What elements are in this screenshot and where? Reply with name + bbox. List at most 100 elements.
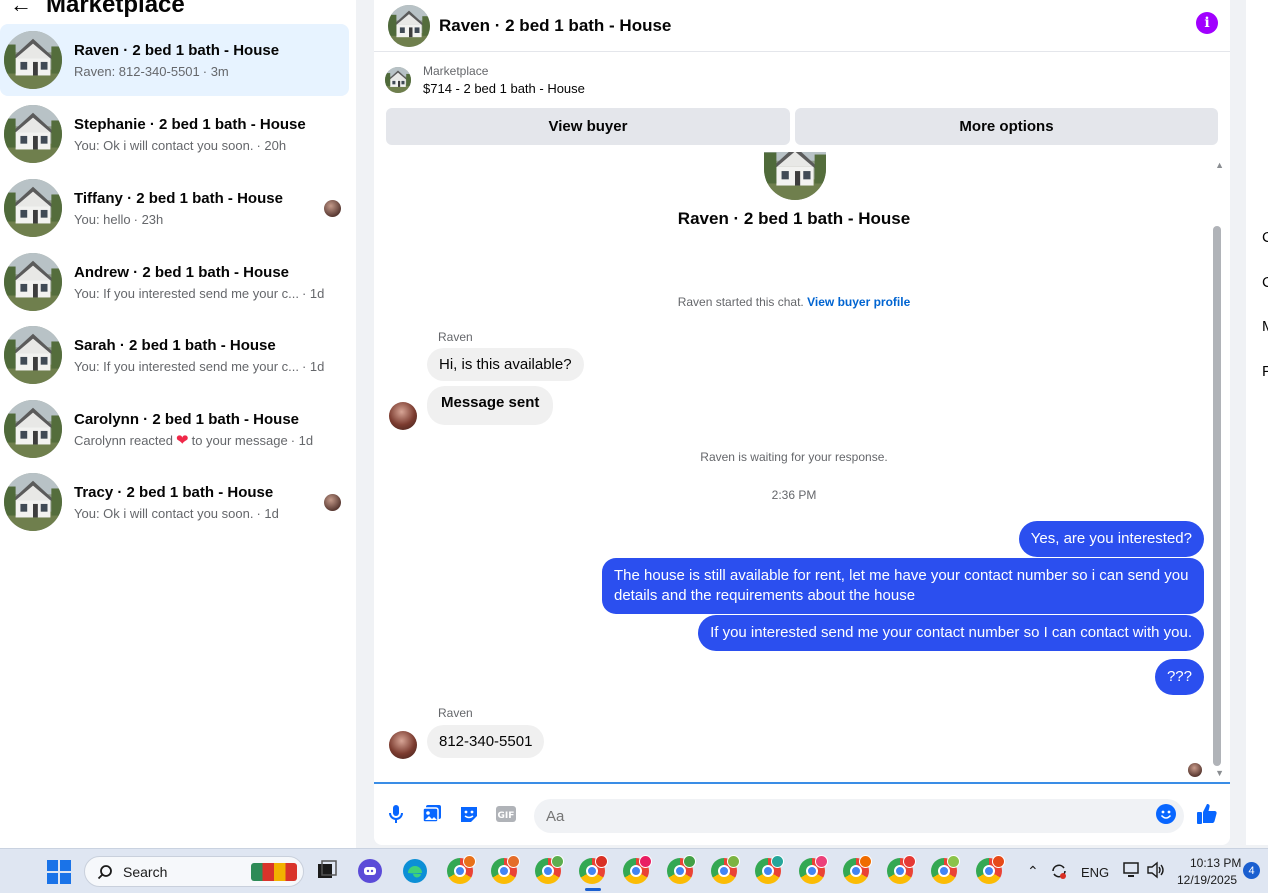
outgoing-message[interactable]: The house is still available for rent, l… (602, 558, 1204, 614)
outgoing-message[interactable]: ??? (1154, 659, 1204, 695)
sender-name: Raven (438, 330, 473, 344)
chrome-profile-icon[interactable] (447, 855, 476, 886)
conversation-title: Tracy · 2 bed 1 bath - House (74, 483, 274, 501)
chrome-profile-icon[interactable] (491, 855, 520, 886)
conversation-title: Raven · 2 bed 1 bath - House (74, 41, 280, 59)
task-view-icon[interactable] (314, 858, 342, 886)
scrollbar-thumb[interactable] (1213, 226, 1221, 766)
microphone-icon[interactable] (385, 803, 407, 825)
sticker-icon[interactable] (458, 803, 480, 825)
conversation-time: · 1d (256, 505, 279, 521)
conversation-time: · 3m (202, 63, 229, 79)
conversation-item[interactable]: Andrew · 2 bed 1 bath - House You: If yo… (0, 246, 349, 318)
conversation-item[interactable]: Tracy · 2 bed 1 bath - House You: Ok i w… (0, 466, 349, 538)
outgoing-message[interactable]: Yes, are you interested? (1018, 521, 1204, 557)
network-icon[interactable] (1122, 861, 1142, 882)
conversation-title: Tiffany · 2 bed 1 bath - House (74, 189, 283, 207)
details-item-letter: P (1262, 363, 1268, 380)
listing-thumbnail (4, 473, 62, 531)
chrome-profile-icon[interactable] (931, 855, 960, 886)
listing-thumbnail (385, 67, 411, 93)
conversation-preview: You: If you interested send me your c... (74, 358, 299, 374)
incoming-message[interactable]: 812-340-5501 (427, 725, 545, 758)
edge-browser-icon[interactable] (402, 858, 430, 886)
info-icon[interactable]: i (1196, 12, 1218, 34)
clock-time[interactable]: 10:13 PM (1190, 856, 1241, 870)
chrome-profile-icon[interactable] (976, 855, 1005, 886)
conversation-preview: You: Ok i will contact you soon. (74, 137, 254, 153)
conversation-item[interactable]: Sarah · 2 bed 1 bath - House You: If you… (0, 319, 349, 391)
chrome-profile-icon[interactable] (755, 855, 784, 886)
conversation-preview-end: to your message (191, 432, 288, 448)
listing-thumbnail (4, 253, 62, 311)
more-options-button[interactable]: More options (795, 108, 1218, 145)
buyer-avatar[interactable] (389, 402, 417, 430)
message-thread[interactable]: Raven · 2 bed 1 bath - House Raven start… (374, 152, 1230, 782)
gif-icon[interactable]: GIF (495, 803, 517, 825)
photo-icon[interactable] (421, 803, 443, 825)
conversation-title: Andrew · 2 bed 1 bath - House (74, 263, 290, 281)
scroll-up-arrow[interactable]: ▲ (1215, 160, 1224, 170)
conversation-preview: You: If you interested send me your c... (74, 285, 299, 301)
chat-started-text: Raven started this chat. (677, 295, 804, 309)
conversation-preview: You: Ok i will contact you soon. (74, 505, 254, 521)
chrome-profile-icon[interactable] (887, 855, 916, 886)
view-buyer-profile-link[interactable]: View buyer profile (807, 295, 910, 309)
chrome-profile-icon[interactable] (711, 855, 740, 886)
incoming-message[interactable]: Hi, is this available? (427, 348, 584, 381)
taskbar-search[interactable]: Search (84, 856, 304, 887)
language-indicator[interactable]: ENG (1081, 865, 1109, 880)
details-panel-edge: C C M P (1246, 0, 1268, 845)
svg-text:GIF: GIF (498, 811, 515, 821)
search-icon (97, 864, 112, 879)
heart-icon: ❤ (176, 431, 189, 449)
listing-thumbnail (4, 179, 62, 237)
conversation-preview: Carolynn reacted (74, 432, 173, 448)
conversation-time: · 1d (301, 358, 325, 374)
windows-start-icon[interactable] (47, 860, 71, 884)
marketplace-label: Marketplace (423, 64, 489, 78)
listing-thumbnail (4, 31, 62, 89)
details-item-letter: M (1262, 318, 1268, 335)
emoji-icon[interactable] (1155, 803, 1177, 825)
notification-badge[interactable]: 4 (1243, 862, 1260, 879)
chrome-profile-icon[interactable] (843, 855, 872, 886)
chrome-profile-icon[interactable] (667, 855, 696, 886)
seen-avatar (324, 199, 341, 217)
taskbar: Search ⌃ ENG 10:13 PM 12/19/2025 (0, 848, 1268, 893)
view-buyer-button[interactable]: View buyer (386, 108, 790, 145)
search-label: Search (123, 863, 168, 880)
conversation-sidebar: ← Marketplace Raven · 2 bed 1 bath - Hou… (0, 0, 356, 848)
listing-summary[interactable]: Marketplace $714 - 2 bed 1 bath - House (385, 64, 585, 96)
message-composer: GIF (374, 782, 1230, 845)
conversation-item[interactable]: Raven · 2 bed 1 bath - House Raven: 812-… (0, 24, 349, 96)
thumbs-up-icon[interactable] (1196, 803, 1218, 825)
chrome-profile-icon[interactable] (623, 855, 652, 886)
incoming-message[interactable]: Message sent (427, 386, 554, 425)
chevron-up-icon[interactable]: ⌃ (1027, 863, 1039, 880)
arrow-left-icon[interactable]: ← (10, 0, 32, 18)
message-input[interactable] (534, 799, 1184, 833)
outgoing-message[interactable]: If you interested send me your contact n… (698, 615, 1204, 651)
chrome-profile-icon[interactable] (535, 855, 564, 886)
sidebar-title: Marketplace (46, 0, 185, 18)
gift-icon (251, 862, 297, 881)
clock-date[interactable]: 12/19/2025 (1177, 873, 1237, 887)
copilot-icon[interactable] (357, 858, 385, 886)
seen-avatar (324, 493, 341, 511)
message-timestamp: 2:36 PM (771, 488, 817, 502)
scroll-down-arrow[interactable]: ▼ (1215, 768, 1224, 778)
listing-thumbnail[interactable] (388, 5, 430, 47)
conversation-title: Sarah · 2 bed 1 bath - House (74, 336, 276, 354)
conversation-item[interactable]: Tiffany · 2 bed 1 bath - House You: hell… (0, 172, 349, 244)
buyer-avatar[interactable] (389, 731, 417, 759)
sync-icon[interactable] (1049, 861, 1069, 884)
conversation-item[interactable]: Carolynn · 2 bed 1 bath - House Carolynn… (0, 393, 349, 465)
volume-icon[interactable] (1146, 861, 1166, 882)
conversation-item[interactable]: Stephanie · 2 bed 1 bath - House You: Ok… (0, 98, 349, 170)
chrome-profile-icon-active[interactable] (579, 855, 608, 891)
conversation-time: · 1d (290, 432, 314, 448)
chrome-profile-icon[interactable] (799, 855, 828, 886)
chat-header: Raven · 2 bed 1 bath - House i (374, 0, 1230, 52)
chat-title[interactable]: Raven · 2 bed 1 bath - House (439, 16, 671, 36)
